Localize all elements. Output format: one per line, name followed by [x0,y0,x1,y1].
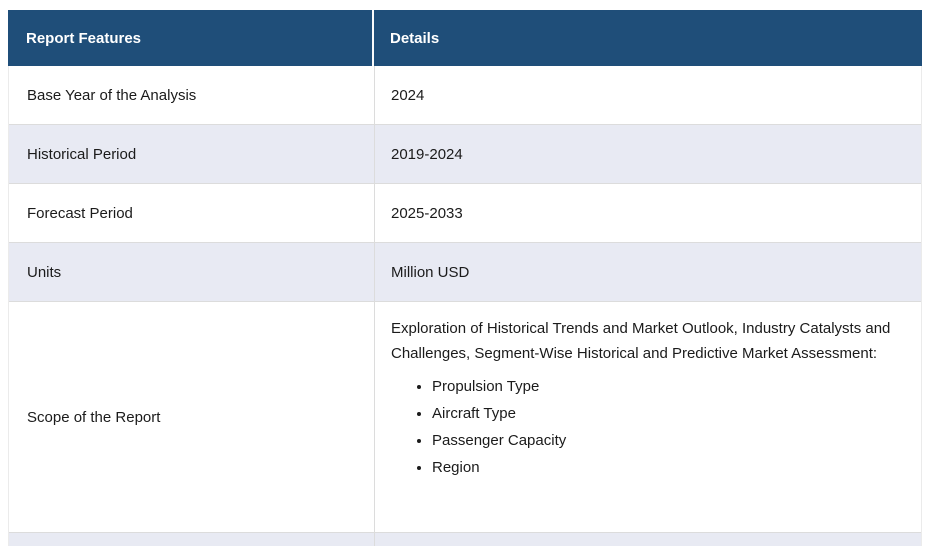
scope-bullet-item: Aircraft Type [432,400,905,427]
table-body: Base Year of the Analysis 2024 Historica… [8,66,922,546]
table-row-historical-period: Historical Period 2019-2024 [9,125,921,184]
feature-cell-empty [9,533,375,546]
details-cell: Million USD [391,263,470,281]
feature-cell: Historical Period [9,125,375,183]
feature-cell: Base Year of the Analysis [9,66,375,124]
table-row-scope: Scope of the Report Exploration of Histo… [9,302,921,533]
details-cell: 2024 [391,86,425,104]
scope-bullet-item: Passenger Capacity [432,427,905,454]
header-cell-report-features: Report Features [8,10,374,66]
table-row-units: Units Million USD [9,243,921,302]
table-header-row: Report Features Details [8,10,922,66]
feature-cell: Scope of the Report [9,302,375,532]
scope-intro-text: Exploration of Historical Trends and Mar… [391,320,891,362]
header-cell-details: Details [374,10,922,66]
report-features-table: Report Features Details Base Year of the… [8,10,922,546]
feature-cell: Forecast Period [9,184,375,242]
details-cell: 2019-2024 [391,145,463,163]
report-page: Report Features Details Base Year of the… [0,0,930,546]
feature-cell: Units [9,243,375,301]
scope-bullet-item: Propulsion Type [432,373,905,400]
table-row-forecast-period: Forecast Period 2025-2033 [9,184,921,243]
details-cell-scope: Exploration of Historical Trends and Mar… [375,302,921,532]
scope-bullet-list: Propulsion Type Aircraft Type Passenger … [391,373,905,481]
details-cell: 2025-2033 [391,204,463,222]
details-cell-empty [375,533,921,546]
table-row-base-year: Base Year of the Analysis 2024 [9,66,921,125]
table-row-partial-cutoff [9,533,921,546]
scope-bullet-item: Region [432,454,905,481]
